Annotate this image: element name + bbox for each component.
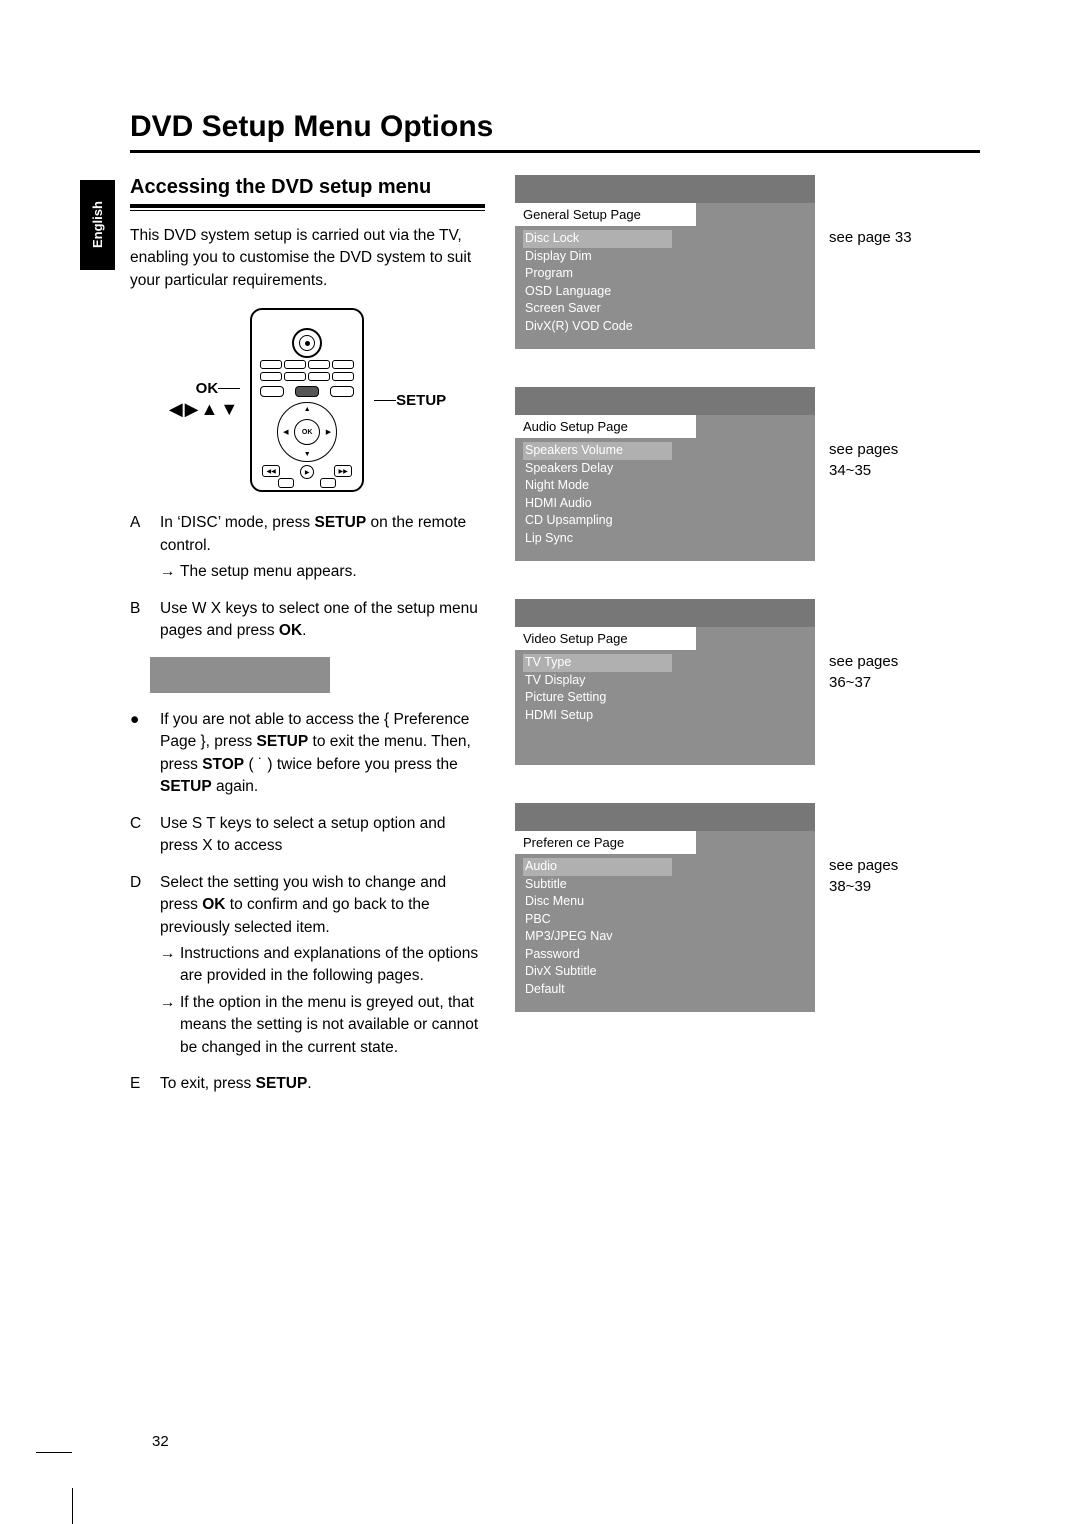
menu-item: Password (523, 946, 672, 964)
arrow-icon: → (160, 992, 174, 1059)
remote-control-icon: ▲ ▼ ◀ ▶ OK ◀◀▶▶▶ (250, 308, 364, 492)
menu-item: TV Type (523, 654, 672, 672)
menu-item: Night Mode (523, 477, 672, 495)
menu-header: Audio Setup Page (515, 415, 696, 438)
menu-item: MP3/JPEG Nav (523, 928, 672, 946)
step-letter: E (130, 1073, 148, 1095)
menu-item: PBC (523, 911, 672, 929)
menu-item: Lip Sync (523, 530, 672, 548)
menu-item: TV Display (523, 672, 672, 690)
menu-items: Audio Subtitle Disc Menu PBC MP3/JPEG Na… (515, 854, 680, 1002)
menu-card: Video Setup Page TV Type TV Display Pict… (515, 599, 815, 765)
bullet-icon: ● (130, 709, 148, 799)
remote-illustration: OK ◀▶▲▼ ▲ ▼ ◀ ▶ OK (130, 308, 485, 492)
step-text: Use W X keys to select one of the setup … (160, 600, 478, 639)
menu-card: Audio Setup Page Speakers Volume Speaker… (515, 387, 815, 561)
page-reference: see pages 36~37 (829, 651, 898, 693)
page-reference: see pages 34~35 (829, 439, 898, 481)
menu-item: HDMI Setup (523, 707, 672, 725)
section-rule (130, 204, 485, 211)
callout-line (218, 388, 240, 389)
step-e: E To exit, press SETUP. (130, 1073, 485, 1095)
step-letter: D (130, 872, 148, 1060)
menu-item: Screen Saver (523, 300, 672, 318)
menu-tabbar (515, 803, 815, 831)
page-reference: see page 33 (829, 227, 912, 248)
menu-item: HDMI Audio (523, 495, 672, 513)
menu-item: Speakers Delay (523, 460, 672, 478)
step-letter: A (130, 512, 148, 583)
step-sub: Instructions and explanations of the opt… (180, 943, 485, 988)
step-b: B Use W X keys to select one of the setu… (130, 598, 485, 643)
page-reference: see pages 38~39 (829, 855, 898, 897)
menu-header: General Setup Page (515, 203, 696, 226)
menu-item: Speakers Volume (523, 442, 672, 460)
menu-item: Disc Menu (523, 893, 672, 911)
menu-preference: Preferen ce Page Audio Subtitle Disc Men… (515, 803, 935, 1012)
note-bullet: ● If you are not able to access the { Pr… (130, 709, 485, 799)
step-letter: C (130, 813, 148, 858)
menu-item: Audio (523, 858, 672, 876)
remote-ok-label: OK (196, 380, 219, 397)
callout-line (374, 400, 396, 401)
menu-header: Video Setup Page (515, 627, 696, 650)
page-number: 32 (152, 1433, 169, 1450)
language-tab: English (80, 180, 115, 270)
arrow-icon: → (160, 561, 174, 583)
step-a: A In ‘DISC’ mode, press SETUP on the rem… (130, 512, 485, 583)
step-d: D Select the setting you wish to change … (130, 872, 485, 1060)
menu-item: Picture Setting (523, 689, 672, 707)
step-text: To exit, press SETUP. (160, 1073, 485, 1095)
menu-tabbar (515, 599, 815, 627)
page-title: DVD Setup Menu Options (130, 110, 980, 144)
title-rule (130, 150, 980, 153)
crop-mark (72, 1488, 73, 1524)
menu-item: Display Dim (523, 248, 672, 266)
step-letter: B (130, 598, 148, 643)
step-c: C Use S T keys to select a setup option … (130, 813, 485, 858)
menu-card: General Setup Page Disc Lock Display Dim… (515, 175, 815, 349)
menu-tabbar (515, 175, 815, 203)
note-text: If you are not able to access the { Pref… (160, 709, 485, 799)
remote-ok-center: OK (294, 419, 320, 445)
menu-items: Disc Lock Display Dim Program OSD Langua… (515, 226, 680, 339)
step-text: In ‘DISC’ mode, press SETUP on the remot… (160, 514, 466, 553)
right-column: General Setup Page Disc Lock Display Dim… (515, 175, 935, 1110)
section-heading: Accessing the DVD setup menu (130, 175, 485, 200)
menu-items: TV Type TV Display Picture Setting HDMI … (515, 650, 680, 728)
remote-setup-label: SETUP (396, 392, 446, 409)
step-sub: The setup menu appears. (180, 561, 357, 583)
menu-item: Default (523, 981, 672, 999)
arrow-icon: → (160, 943, 174, 988)
step-sub: If the option in the menu is greyed out,… (180, 992, 485, 1059)
step-text: Select the setting you wish to change an… (160, 874, 446, 936)
menu-item: Disc Lock (523, 230, 672, 248)
crop-mark (36, 1452, 72, 1453)
menu-video: Video Setup Page TV Type TV Display Pict… (515, 599, 935, 765)
menu-item: DivX(R) VOD Code (523, 318, 672, 336)
menu-header: Preferen ce Page (515, 831, 696, 854)
screenshot-placeholder (150, 657, 330, 693)
menu-items: Speakers Volume Speakers Delay Night Mod… (515, 438, 680, 551)
menu-item: CD Upsampling (523, 512, 672, 530)
menu-tabbar (515, 387, 815, 415)
menu-card: Preferen ce Page Audio Subtitle Disc Men… (515, 803, 815, 1012)
step-text: Use S T keys to select a setup option an… (160, 813, 485, 858)
menu-item: Program (523, 265, 672, 283)
intro-paragraph: This DVD system setup is carried out via… (130, 225, 485, 292)
left-column: Accessing the DVD setup menu This DVD sy… (130, 175, 485, 1110)
arrow-keys-label: ◀▶▲▼ (169, 399, 240, 420)
menu-item: DivX Subtitle (523, 963, 672, 981)
menu-item: Subtitle (523, 876, 672, 894)
menu-general: General Setup Page Disc Lock Display Dim… (515, 175, 935, 349)
menu-item: OSD Language (523, 283, 672, 301)
menu-audio: Audio Setup Page Speakers Volume Speaker… (515, 387, 935, 561)
